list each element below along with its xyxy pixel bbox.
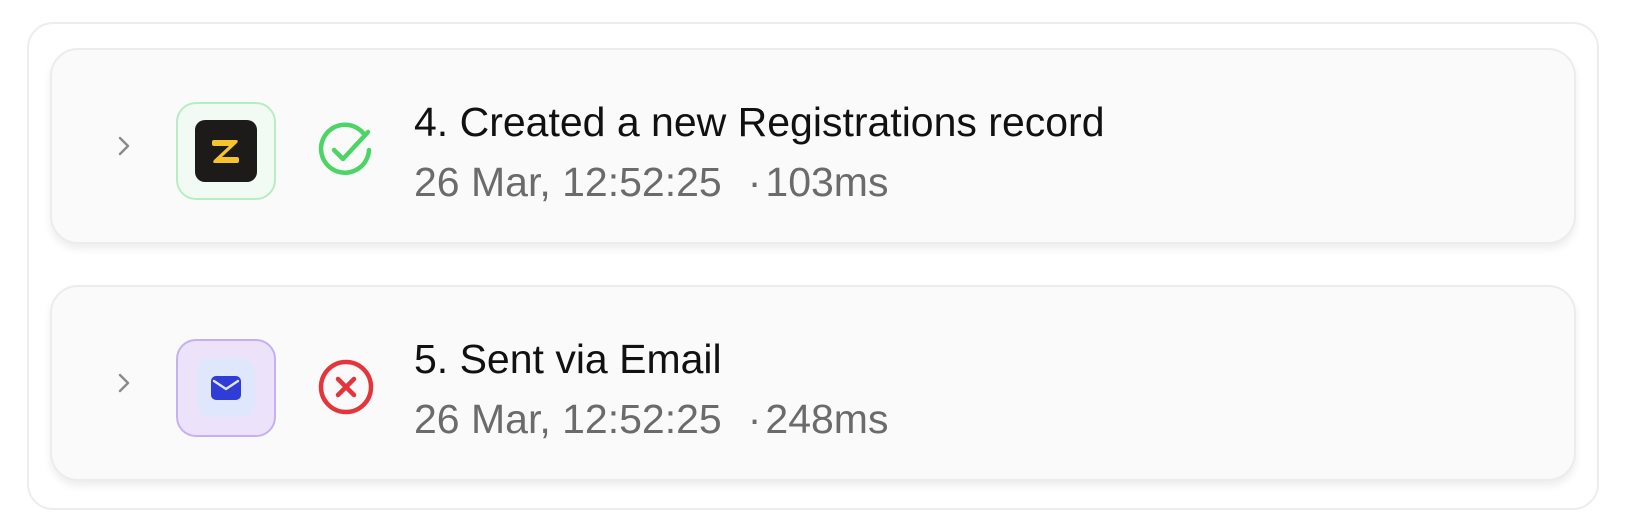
zoho-icon [195,120,257,182]
step-meta: 26 Mar, 12:52:25 ·248ms [414,393,888,445]
step-timestamp: 26 Mar, 12:52:25 [414,159,722,205]
chevron-right-icon[interactable] [108,363,140,403]
step-timestamp: 26 Mar, 12:52:25 [414,396,722,442]
step-meta: 26 Mar, 12:52:25 ·103ms [414,156,888,208]
meta-separator: · [747,159,762,205]
step-title: 5. Sent via Email [414,336,722,382]
step-duration: 103ms [765,159,889,205]
email-icon [197,359,255,417]
chevron-right-icon[interactable] [108,126,140,166]
step-row[interactable]: 5. Sent via Email 26 Mar, 12:52:25 ·248ms [50,285,1576,481]
x-circle-icon [316,357,376,417]
check-circle-icon [316,120,376,180]
step-row[interactable]: 4. Created a new Registrations record 26… [50,48,1576,244]
step-title: 4. Created a new Registrations record [414,99,1105,145]
meta-separator: · [747,396,762,442]
app-badge [176,102,276,200]
step-duration: 248ms [765,396,889,442]
app-badge [176,339,276,437]
